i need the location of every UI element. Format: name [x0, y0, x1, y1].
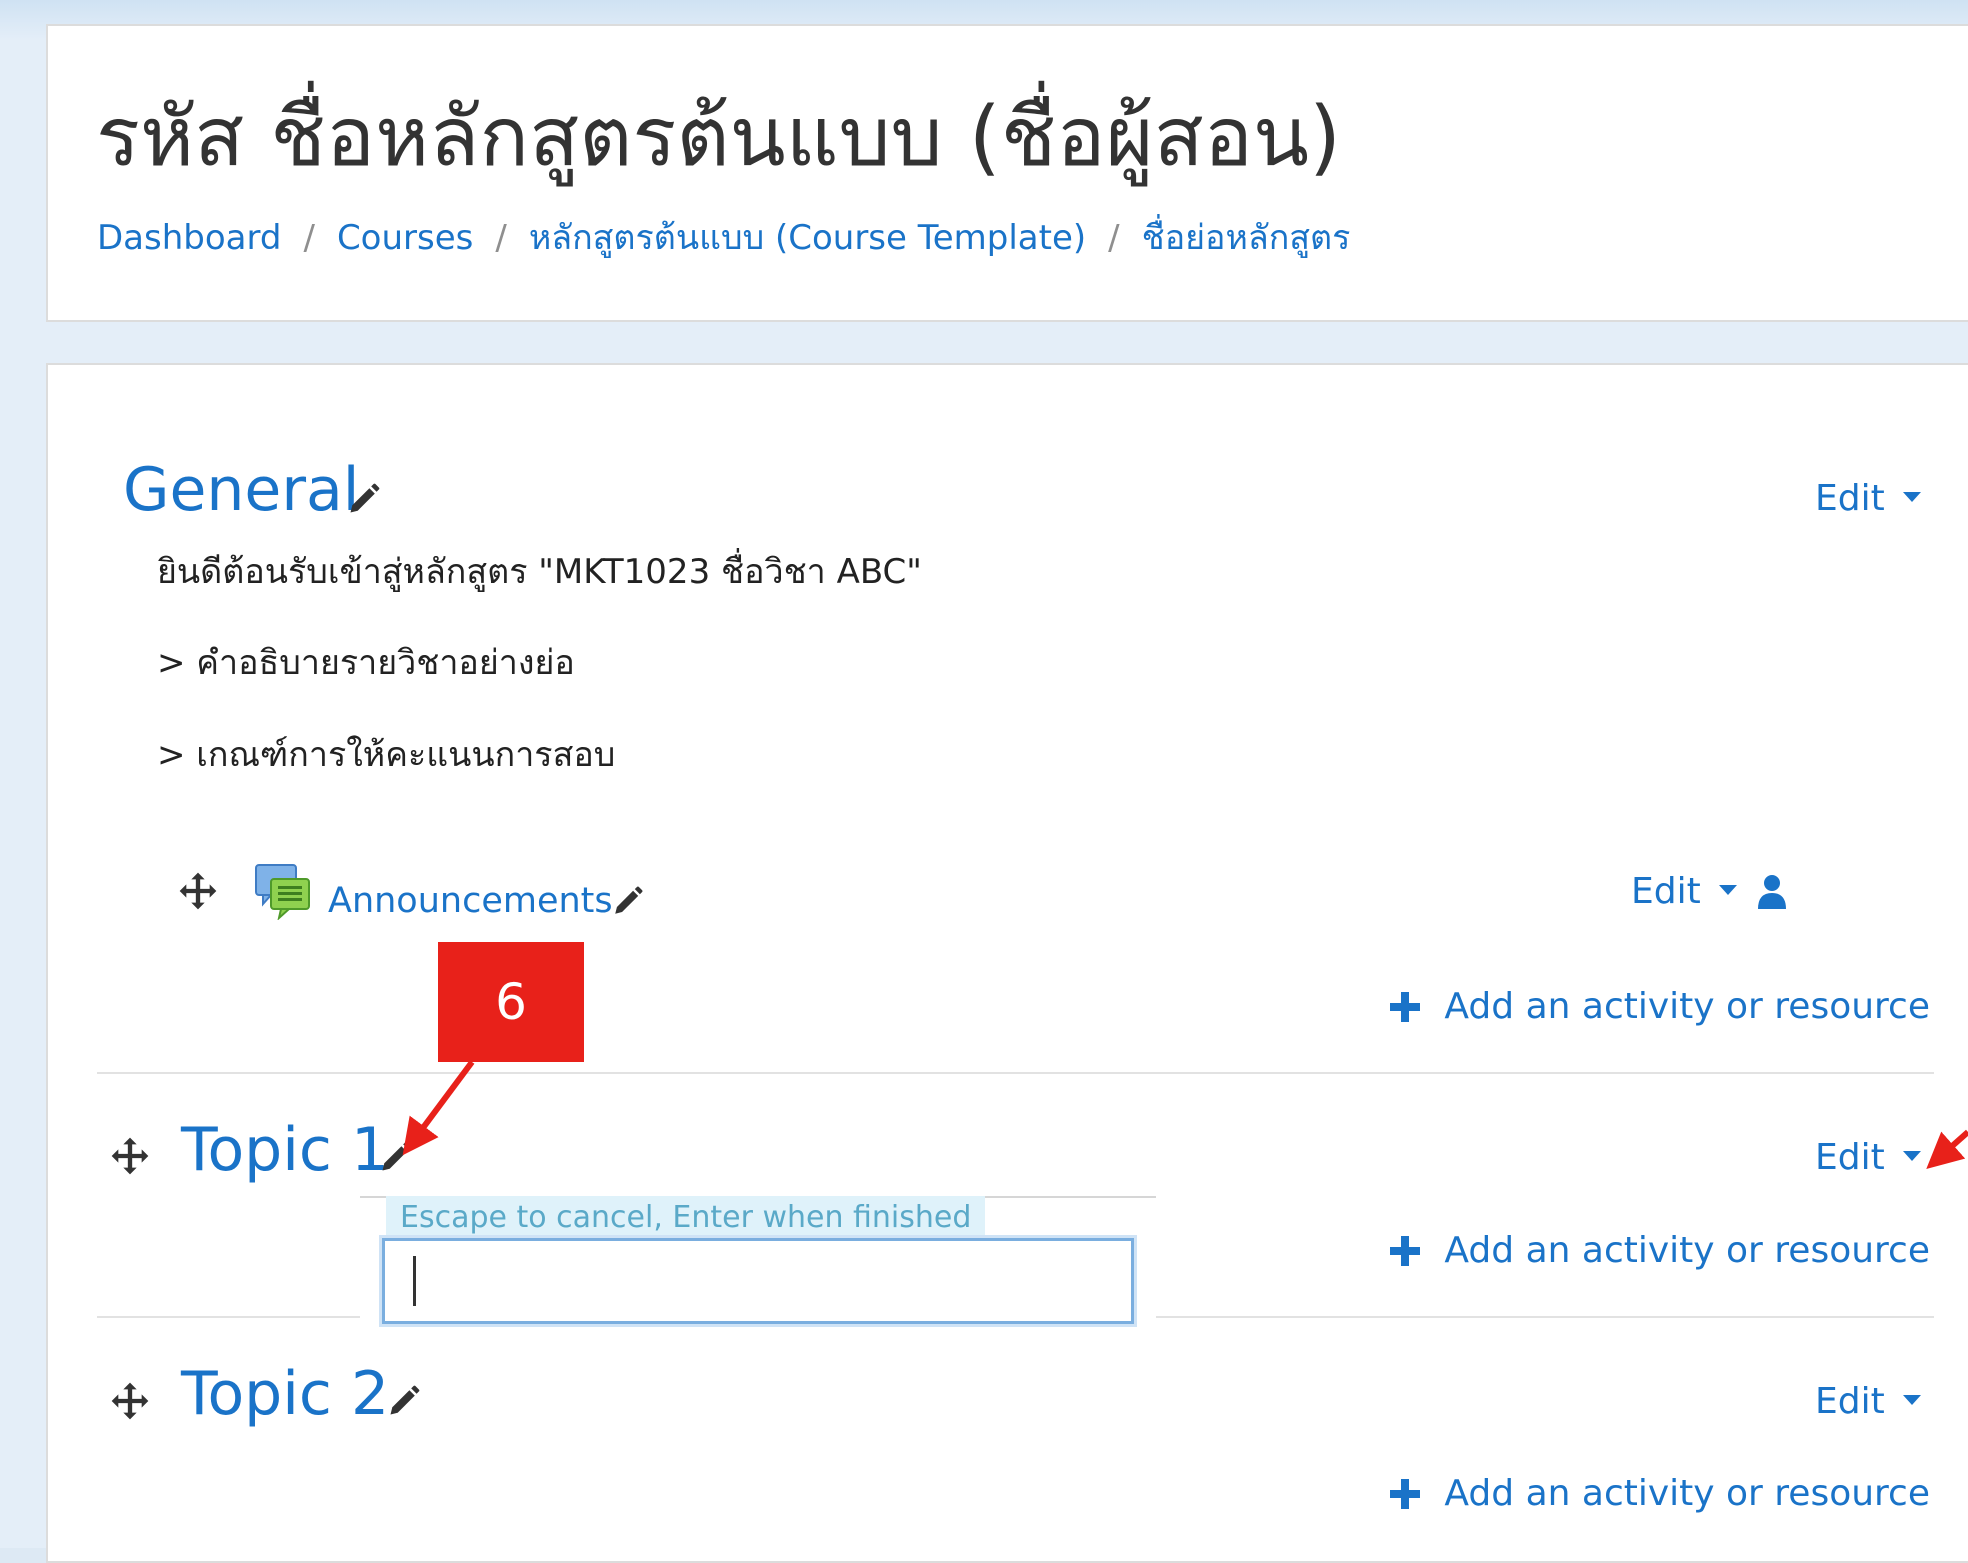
breadcrumb-separator: /: [303, 218, 315, 258]
add-activity-button[interactable]: Add an activity or resource: [1390, 1472, 1930, 1516]
chevron-down-icon: [1902, 492, 1921, 502]
page-title: รหัส ชื่อหลักสูตรต้นแบบ (ชื่อผู้สอน): [96, 90, 1342, 185]
activity-link-announcements[interactable]: Announcements: [328, 879, 613, 923]
breadcrumb-course-category[interactable]: หลักสูตรต้นแบบ (Course Template): [529, 218, 1086, 258]
add-activity-label: Add an activity or resource: [1444, 986, 1930, 1027]
edit-label: Edit: [1815, 1381, 1885, 1422]
inline-edit-help-text: Escape to cancel, Enter when finished: [386, 1196, 986, 1240]
step-annotation-box: 6: [438, 942, 584, 1062]
add-activity-label: Add an activity or resource: [1444, 1230, 1930, 1271]
pencil-edit-icon[interactable]: [378, 1139, 414, 1175]
chevron-down-icon: [1902, 1395, 1921, 1405]
section-title-general[interactable]: General: [123, 455, 359, 525]
move-icon[interactable]: [110, 1381, 150, 1421]
section-summary-line: > เกณฑ์การให้คะแนนการสอบ: [157, 735, 616, 775]
section-summary-line: > คำอธิบายรายวิชาอย่างย่อ: [157, 643, 575, 683]
pencil-edit-icon[interactable]: [611, 884, 645, 918]
user-icon[interactable]: [1756, 874, 1788, 910]
edit-label: Edit: [1631, 871, 1701, 912]
section-summary-line: ยินดีต้อนรับเข้าสู่หลักสูตร "MKT1023 ชื่…: [157, 552, 922, 592]
chevron-down-icon: [1902, 1151, 1921, 1161]
section-divider: [97, 1316, 360, 1318]
plus-icon: [1390, 1236, 1421, 1266]
plus-icon: [1390, 992, 1421, 1022]
add-activity-label: Add an activity or resource: [1444, 1473, 1930, 1514]
add-activity-button[interactable]: Add an activity or resource: [1390, 1229, 1930, 1273]
move-icon[interactable]: [110, 1136, 150, 1176]
section-title-topic-1[interactable]: Topic 1: [181, 1115, 389, 1185]
breadcrumb: Dashboard / Courses / หลักสูตรต้นแบบ (Course…: [97, 214, 1350, 262]
chevron-down-icon: [1718, 885, 1737, 895]
breadcrumb-separator: /: [1108, 218, 1120, 258]
activity-edit-menu[interactable]: Edit: [1631, 870, 1737, 914]
breadcrumb-separator: /: [495, 218, 507, 258]
text-cursor: [413, 1256, 416, 1306]
move-icon[interactable]: [178, 871, 218, 911]
section-edit-menu[interactable]: Edit: [1815, 1136, 1921, 1180]
section-title-topic-2[interactable]: Topic 2: [181, 1359, 389, 1429]
breadcrumb-course-shortname[interactable]: ชื่อย่อหลักสูตร: [1142, 218, 1351, 258]
section-title-input[interactable]: [382, 1238, 1134, 1324]
add-activity-button[interactable]: Add an activity or resource: [1390, 985, 1930, 1029]
section-edit-menu[interactable]: Edit: [1815, 1380, 1921, 1424]
plus-icon: [1390, 1479, 1421, 1509]
forum-icon: [255, 864, 310, 920]
breadcrumb-courses[interactable]: Courses: [337, 218, 473, 258]
pencil-edit-icon[interactable]: [386, 1383, 422, 1419]
section-divider: [1156, 1316, 1934, 1318]
breadcrumb-dashboard[interactable]: Dashboard: [97, 218, 281, 258]
section-divider: [97, 1072, 1934, 1074]
edit-label: Edit: [1815, 1137, 1885, 1178]
edit-label: Edit: [1815, 478, 1885, 519]
pencil-edit-icon[interactable]: [346, 481, 382, 517]
section-edit-menu[interactable]: Edit: [1815, 477, 1921, 521]
